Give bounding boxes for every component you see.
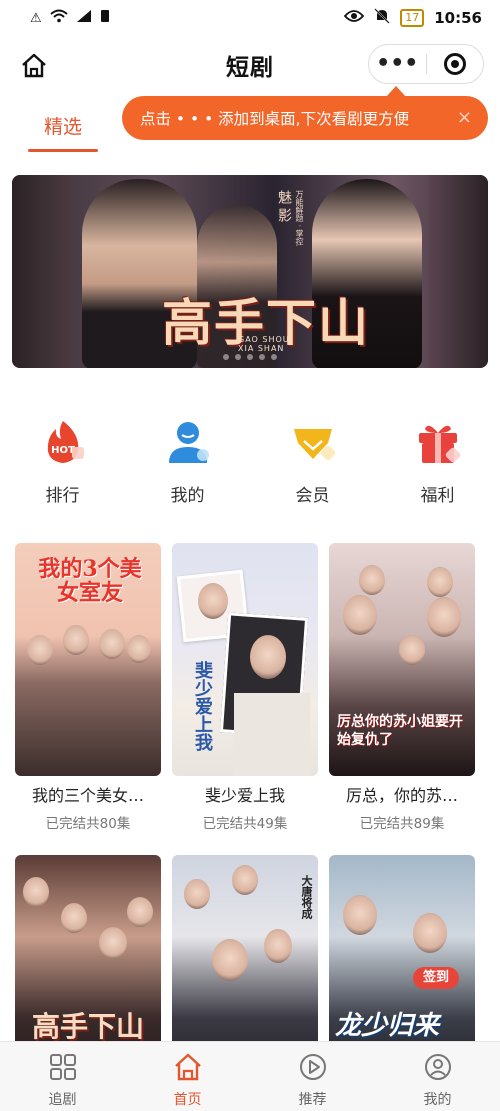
more-button[interactable]: ••• [369, 49, 426, 79]
banner-dot[interactable] [235, 354, 241, 360]
poster-title: 斐少爱上我 [192, 661, 213, 751]
banner-dot[interactable] [247, 354, 253, 360]
banner-subtitle-block: GAO SHOU XIA SHAN [238, 335, 290, 353]
poster-title: 厉总你的苏小姐要开始复仇了 [337, 714, 463, 748]
drama-title: 厉总，你的苏… [345, 786, 458, 805]
drama-episodes: 已完结共49集 [202, 816, 288, 832]
battery-icon: 17 [400, 9, 425, 27]
poster-title: 大唐将成 [300, 875, 313, 919]
gift-icon [411, 415, 465, 469]
drama-card[interactable]: 厉总你的苏小姐要开始复仇了 厉总，你的苏… 已完结共89集 [329, 543, 475, 832]
bottom-nav: 追剧 首页 推荐 我的 [0, 1041, 500, 1111]
banner-side-small: 万能解题 · 掌控 [295, 190, 304, 246]
drama-poster: 斐少爱上我 [172, 543, 318, 776]
quick-item-welfare[interactable]: 福利 [375, 415, 500, 510]
drama-title: 斐少爱上我 [204, 786, 285, 805]
quick-item-vip[interactable]: 会员 [250, 415, 375, 510]
checkin-badge[interactable]: 签到 [413, 967, 459, 989]
status-right: 17 10:56 [344, 8, 482, 28]
mini-program-capsule: ••• [368, 44, 484, 84]
hot-badge-text: HOT [51, 445, 75, 456]
diamond-icon [286, 415, 340, 469]
status-bar: ⚠ 17 10:56 [0, 0, 500, 36]
nav-recommend[interactable]: 推荐 [250, 1042, 375, 1111]
status-left: ⚠ [30, 9, 110, 27]
user-icon [161, 415, 215, 469]
home-icon [172, 1051, 204, 1083]
nav-home[interactable]: 首页 [125, 1042, 250, 1111]
clock: 10:56 [434, 9, 482, 27]
quick-menu: HOT 排行 我的 会员 福利 [0, 415, 500, 510]
quick-item-mine[interactable]: 我的 [125, 415, 250, 510]
drama-title: 我的三个美女… [31, 786, 144, 805]
wifi-icon [49, 9, 68, 27]
banner-dot[interactable] [223, 354, 229, 360]
banner-dot[interactable] [271, 354, 277, 360]
nav-label-follow: 追剧 [48, 1092, 77, 1108]
banner-side-text: 魅影 [276, 190, 292, 226]
drama-poster: 我的3个美女室友 [15, 543, 161, 776]
hero-banner[interactable]: 魅影 万能解题 · 掌控 高手下山 GAO SHOU XIA SHAN [12, 175, 488, 368]
poster-title: 高手下山 [31, 1010, 144, 1043]
target-icon [443, 53, 466, 75]
drama-poster: 厉总你的苏小姐要开始复仇了 [329, 543, 475, 776]
quick-label-mine: 我的 [170, 486, 205, 506]
add-to-desktop-tooltip: 点击 • • • 添加到桌面,下次看剧更方便 × [122, 86, 488, 140]
drama-episodes: 已完结共89集 [359, 816, 445, 832]
banner-dot[interactable] [259, 354, 265, 360]
mute-bell-icon [374, 8, 390, 28]
drama-card[interactable]: 我的3个美女室友 我的三个美女… 已完结共80集 [15, 543, 161, 832]
grid-icon [47, 1051, 79, 1083]
nav-profile[interactable]: 我的 [375, 1042, 500, 1111]
eye-icon [344, 9, 365, 27]
home-icon [22, 53, 46, 78]
sim-icon [100, 9, 110, 27]
play-icon [297, 1051, 329, 1083]
poster-title: 龙少归来 [335, 1011, 440, 1041]
profile-icon [422, 1051, 454, 1083]
banner-subtitle-line2: XIA SHAN [238, 344, 285, 353]
close-icon[interactable]: × [457, 107, 472, 128]
drama-episodes: 已完结共80集 [45, 816, 131, 832]
nav-label-recommend: 推荐 [298, 1092, 327, 1108]
quick-label-ranking: 排行 [45, 486, 80, 506]
alert-icon: ⚠ [30, 10, 42, 26]
drama-card[interactable]: 斐少爱上我 斐少爱上我 已完结共49集 [172, 543, 318, 832]
quick-label-welfare: 福利 [420, 486, 455, 506]
banner-prev-slide [12, 175, 72, 368]
tooltip-text: 点击 • • • 添加到桌面,下次看剧更方便 [140, 110, 410, 128]
tab-underline [28, 149, 98, 152]
signal-icon [76, 9, 92, 27]
nav-label-home: 首页 [173, 1092, 202, 1108]
nav-follow[interactable]: 追剧 [0, 1042, 125, 1111]
nav-label-profile: 我的 [423, 1092, 452, 1108]
page-title: 短剧 [226, 55, 274, 81]
close-miniprogram-button[interactable] [427, 53, 484, 75]
tooltip-arrow [386, 86, 406, 97]
banner-next-slide [428, 175, 488, 368]
hot-flame-icon: HOT [36, 415, 90, 469]
poster-title: 我的3个美女室友 [38, 556, 142, 606]
quick-label-vip: 会员 [295, 486, 330, 506]
banner-pagination [12, 354, 488, 360]
banner-subtitle-line1: GAO SHOU [238, 335, 290, 344]
header: 短剧 ••• [0, 36, 500, 94]
tab-featured[interactable]: 精选 [28, 112, 98, 139]
home-button[interactable] [18, 50, 50, 82]
quick-item-ranking[interactable]: HOT 排行 [0, 415, 125, 510]
